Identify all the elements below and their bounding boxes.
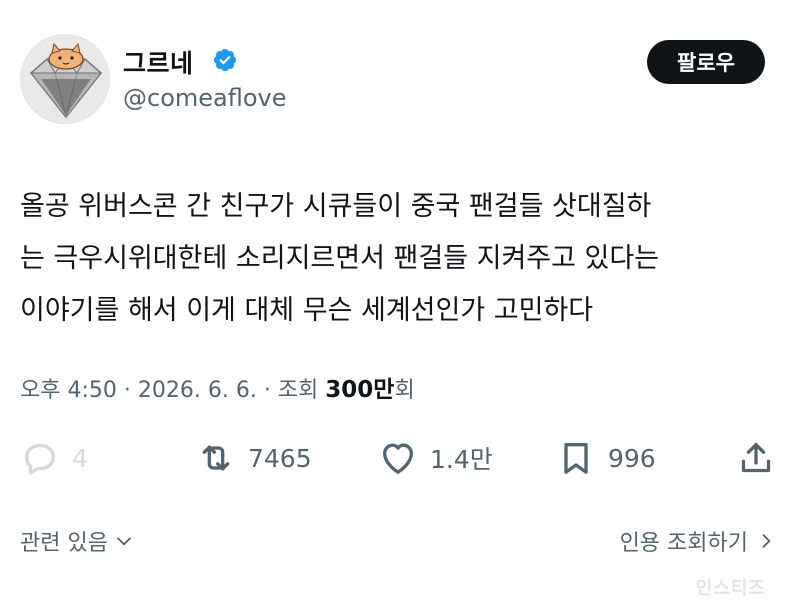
quote-views-button[interactable]: 인용 조회하기 <box>620 525 776 557</box>
chevron-right-icon <box>762 534 771 548</box>
chevron-down-icon <box>117 537 131 546</box>
diamond-cat-avatar-icon <box>21 35 109 123</box>
like-button[interactable]: 1.4만 <box>378 433 493 483</box>
action-bar: 4 7465 1.4만 996 <box>0 433 800 483</box>
views-prefix: 조회 <box>277 378 326 403</box>
views-count: 300만 <box>325 377 395 403</box>
retweet-icon <box>202 445 230 471</box>
heart-icon <box>383 443 413 474</box>
meta-separator: · <box>256 378 278 403</box>
bookmark-button[interactable]: 996 <box>556 433 656 483</box>
verified-badge-icon <box>213 48 237 72</box>
bookmark-count: 996 <box>608 443 656 473</box>
share-icon <box>741 443 771 473</box>
tweet-text: 올공 위버스콘 간 친구가 시큐들이 중국 팬걸들 삿대질하 는 극우시위대한테… <box>20 191 660 326</box>
reply-button[interactable]: 4 <box>20 433 88 483</box>
follow-button[interactable]: 팔로우 <box>647 40 765 84</box>
share-button[interactable] <box>736 433 776 483</box>
related-label: 관련 있음 <box>20 531 108 556</box>
views-suffix: 회 <box>394 378 415 403</box>
tweet-date[interactable]: 2026. 6. 6. <box>138 378 257 403</box>
watermark: 인스티즈 <box>695 578 766 599</box>
avatar[interactable] <box>20 34 110 124</box>
retweet-count: 7465 <box>248 443 312 473</box>
reply-count: 4 <box>72 443 88 473</box>
meta-separator: · <box>116 378 138 403</box>
retweet-button[interactable]: 7465 <box>196 433 312 483</box>
quote-views-label: 인용 조회하기 <box>619 531 748 556</box>
like-count: 1.4만 <box>430 445 493 474</box>
tweet-time[interactable]: 오후 4:50 <box>20 372 117 404</box>
display-name[interactable]: 그르네 <box>123 44 194 80</box>
reply-icon <box>25 443 55 475</box>
tweet-meta: 오후 4:50 · 2026. 6. 6. · 조회 300만 회 <box>20 370 415 404</box>
bookmark-icon <box>564 443 588 474</box>
user-handle[interactable]: @comeaflove <box>123 84 287 112</box>
related-button[interactable]: 관련 있음 <box>20 525 134 557</box>
